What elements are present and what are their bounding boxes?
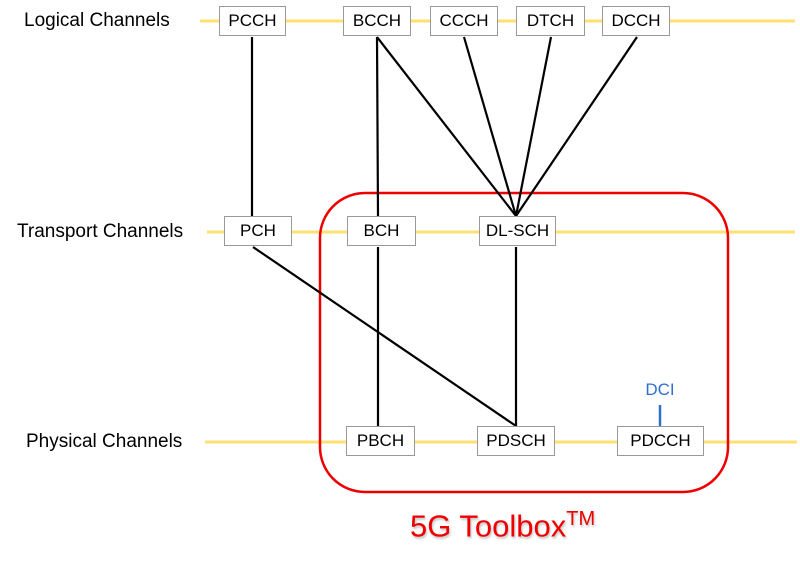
- node-pbch: PBCH: [346, 426, 415, 456]
- edge-bcch-dlsch: [376, 36, 517, 217]
- node-pdsch: PDSCH: [477, 426, 555, 456]
- row-label-transport: Transport Channels: [17, 221, 184, 242]
- dci-label: DCI: [645, 380, 675, 399]
- node-ccch: CCCH: [430, 6, 498, 36]
- trademark-superscript: TM: [566, 508, 596, 530]
- row-label-logical: Logical Channels: [24, 10, 170, 31]
- row-label-physical: Physical Channels: [26, 431, 183, 452]
- node-pch: PCH: [224, 216, 292, 246]
- node-pcch: PCCH: [219, 6, 286, 36]
- brand-text: 5G Toolbox: [410, 508, 567, 544]
- node-dl-sch: DL-SCH: [479, 216, 556, 246]
- node-pdcch: PDCCH: [617, 426, 704, 456]
- edge-pch-pdsch: [252, 246, 517, 427]
- node-bcch: BCCH: [343, 6, 411, 36]
- node-dtch: DTCH: [516, 6, 585, 36]
- edge-bcch-bch: [375, 36, 380, 217]
- channel-mapping-diagram: Logical Channels Transport Channels Phys…: [0, 0, 800, 582]
- edge-ccch-dlsch: [462, 36, 518, 217]
- toolbox-brand-label: 5G ToolboxTM: [410, 508, 630, 544]
- diagram-lines: [200, 19, 797, 494]
- node-bch: BCH: [347, 216, 416, 246]
- node-dcch: DCCH: [602, 6, 670, 36]
